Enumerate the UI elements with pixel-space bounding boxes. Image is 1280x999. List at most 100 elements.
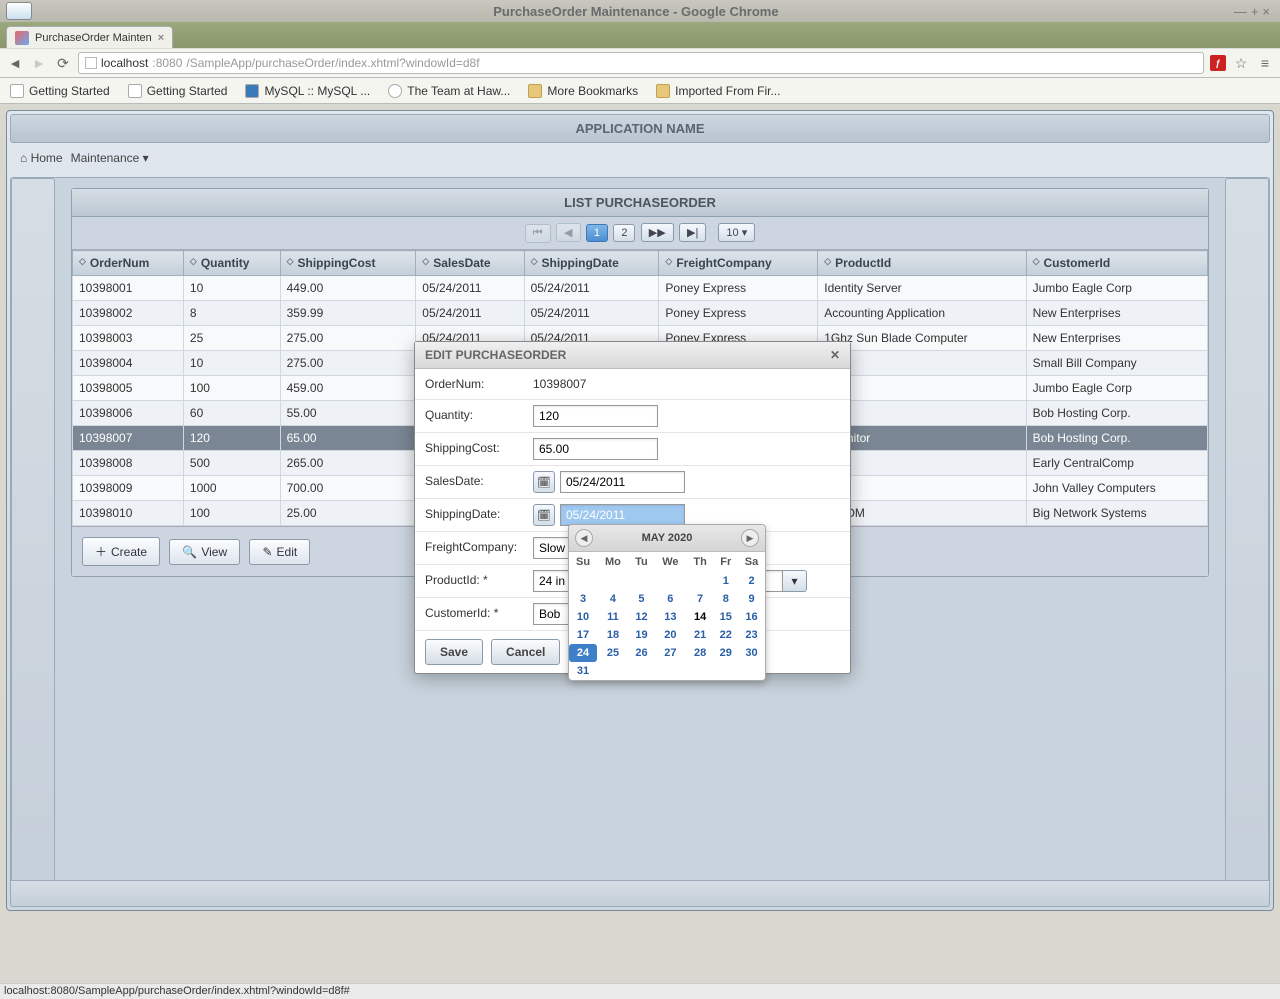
card-title: LIST PURCHASEORDER (72, 189, 1208, 217)
date-cell[interactable]: 4 (597, 590, 629, 608)
date-cell[interactable]: 20 (654, 626, 687, 644)
shippingcost-input[interactable] (533, 438, 658, 460)
sort-icon: ◇ (531, 256, 538, 267)
page-icon (10, 84, 24, 98)
reload-button[interactable]: ⟳ (54, 55, 72, 72)
column-header[interactable]: ◇SalesDate (416, 251, 524, 276)
calendar-icon[interactable]: 🗓 (533, 471, 555, 493)
date-cell[interactable]: 11 (597, 608, 629, 626)
prev-month-icon[interactable]: ◀ (575, 529, 593, 547)
date-cell[interactable]: 19 (629, 626, 654, 644)
table-cell: 449.00 (280, 276, 416, 301)
date-cell[interactable]: 24 (569, 644, 597, 662)
bookmark-item[interactable]: MySQL :: MySQL ... (245, 84, 370, 98)
date-cell[interactable]: 17 (569, 626, 597, 644)
date-cell[interactable]: 28 (687, 644, 714, 662)
date-cell[interactable]: 14 (687, 608, 714, 626)
date-cell[interactable]: 25 (597, 644, 629, 662)
dialog-header[interactable]: EDIT PURCHASEORDER ✕ (415, 342, 850, 369)
view-button[interactable]: 🔍View (169, 539, 240, 565)
bookmark-folder[interactable]: More Bookmarks (528, 84, 638, 98)
page-number[interactable]: 2 (613, 224, 635, 242)
bookmark-item[interactable]: Getting Started (10, 84, 110, 98)
date-cell[interactable]: 23 (738, 626, 765, 644)
edit-button[interactable]: ✎Edit (249, 539, 310, 565)
dropdown-icon[interactable]: ▾ (783, 570, 807, 592)
table-cell: 10398005 (73, 376, 184, 401)
date-cell[interactable]: 10 (569, 608, 597, 626)
salesdate-input[interactable] (560, 471, 685, 493)
date-cell[interactable]: 6 (654, 590, 687, 608)
date-cell[interactable]: 8 (714, 590, 738, 608)
next-month-icon[interactable]: ▶ (741, 529, 759, 547)
menu-icon[interactable]: ≡ (1256, 55, 1274, 71)
column-header[interactable]: ◇CustomerId (1026, 251, 1207, 276)
date-cell[interactable]: 3 (569, 590, 597, 608)
date-cell (687, 572, 714, 590)
breadcrumb-item[interactable]: Maintenance ▾ (71, 151, 149, 165)
page-next[interactable]: ▶▶ (641, 223, 674, 242)
breadcrumb-home[interactable]: Home (20, 151, 63, 165)
date-cell[interactable]: 2 (738, 572, 765, 590)
column-header[interactable]: ◇OrderNum (73, 251, 184, 276)
date-cell[interactable]: 31 (569, 662, 597, 680)
flash-icon[interactable]: ƒ (1210, 55, 1226, 71)
date-cell[interactable]: 30 (738, 644, 765, 662)
close-icon[interactable]: ✕ (830, 348, 840, 362)
column-header[interactable]: ◇ProductId (818, 251, 1026, 276)
date-cell[interactable]: 7 (687, 590, 714, 608)
folder-icon (656, 84, 670, 98)
column-header[interactable]: ◇ShippingDate (524, 251, 659, 276)
column-header[interactable]: ◇ShippingCost (280, 251, 416, 276)
bookmark-star-icon[interactable]: ☆ (1232, 55, 1250, 72)
page-number[interactable]: 1 (586, 224, 608, 242)
save-button[interactable]: Save (425, 639, 483, 665)
date-cell[interactable]: 1 (714, 572, 738, 590)
back-button[interactable]: ◄ (6, 55, 24, 71)
window-title: PurchaseOrder Maintenance - Google Chrom… (38, 4, 1234, 19)
date-cell[interactable]: 12 (629, 608, 654, 626)
page-size-select[interactable]: 10 ▾ (718, 223, 755, 242)
date-cell[interactable]: 26 (629, 644, 654, 662)
bookmark-item[interactable]: Getting Started (128, 84, 228, 98)
table-row[interactable]: 103980028359.9905/24/201105/24/2011Poney… (73, 301, 1208, 326)
page-first[interactable]: ⏮ (525, 224, 551, 243)
shippingdate-input[interactable] (560, 504, 685, 526)
browser-tab[interactable]: PurchaseOrder Mainten × (6, 26, 173, 48)
field-label: CustomerId: * (415, 598, 527, 630)
page-prev[interactable]: ◀ (556, 223, 580, 242)
date-cell[interactable]: 21 (687, 626, 714, 644)
table-row[interactable]: 1039800110449.0005/24/201105/24/2011Pone… (73, 276, 1208, 301)
date-cell[interactable]: 18 (597, 626, 629, 644)
calendar-icon[interactable]: 🗓 (533, 504, 555, 526)
bookmark-folder[interactable]: Imported From Fir... (656, 84, 780, 98)
column-header[interactable]: ◇Quantity (183, 251, 280, 276)
url-input[interactable]: localhost:8080/SampleApp/purchaseOrder/i… (78, 52, 1204, 74)
date-cell[interactable]: 5 (629, 590, 654, 608)
table-cell: 25.00 (280, 501, 416, 526)
date-cell[interactable]: 16 (738, 608, 765, 626)
date-cell[interactable]: 27 (654, 644, 687, 662)
table-cell: 10398007 (73, 426, 184, 451)
breadcrumb: Home Maintenance ▾ (10, 143, 1270, 173)
create-button[interactable]: ＋Create (82, 537, 160, 566)
forward-button[interactable]: ► (30, 55, 48, 71)
date-cell[interactable]: 29 (714, 644, 738, 662)
close-icon[interactable]: × (158, 32, 164, 44)
cancel-button[interactable]: Cancel (491, 639, 560, 665)
sort-icon: ◇ (665, 256, 672, 267)
date-cell[interactable]: 9 (738, 590, 765, 608)
window-controls[interactable]: —+× (1234, 4, 1274, 19)
quantity-input[interactable] (533, 405, 658, 427)
page-last[interactable]: ▶| (679, 223, 706, 242)
table-cell: 10398008 (73, 451, 184, 476)
column-header[interactable]: ◇FreightCompany (659, 251, 818, 276)
dow-label: Th (687, 552, 714, 572)
date-cell[interactable]: 22 (714, 626, 738, 644)
date-cell[interactable]: 15 (714, 608, 738, 626)
bookmark-item[interactable]: The Team at Haw... (388, 84, 510, 98)
table-cell: Bob Hosting Corp. (1026, 401, 1207, 426)
ordernum-value: 10398007 (527, 369, 850, 399)
date-cell[interactable]: 13 (654, 608, 687, 626)
window-titlebar: PurchaseOrder Maintenance - Google Chrom… (0, 0, 1280, 22)
